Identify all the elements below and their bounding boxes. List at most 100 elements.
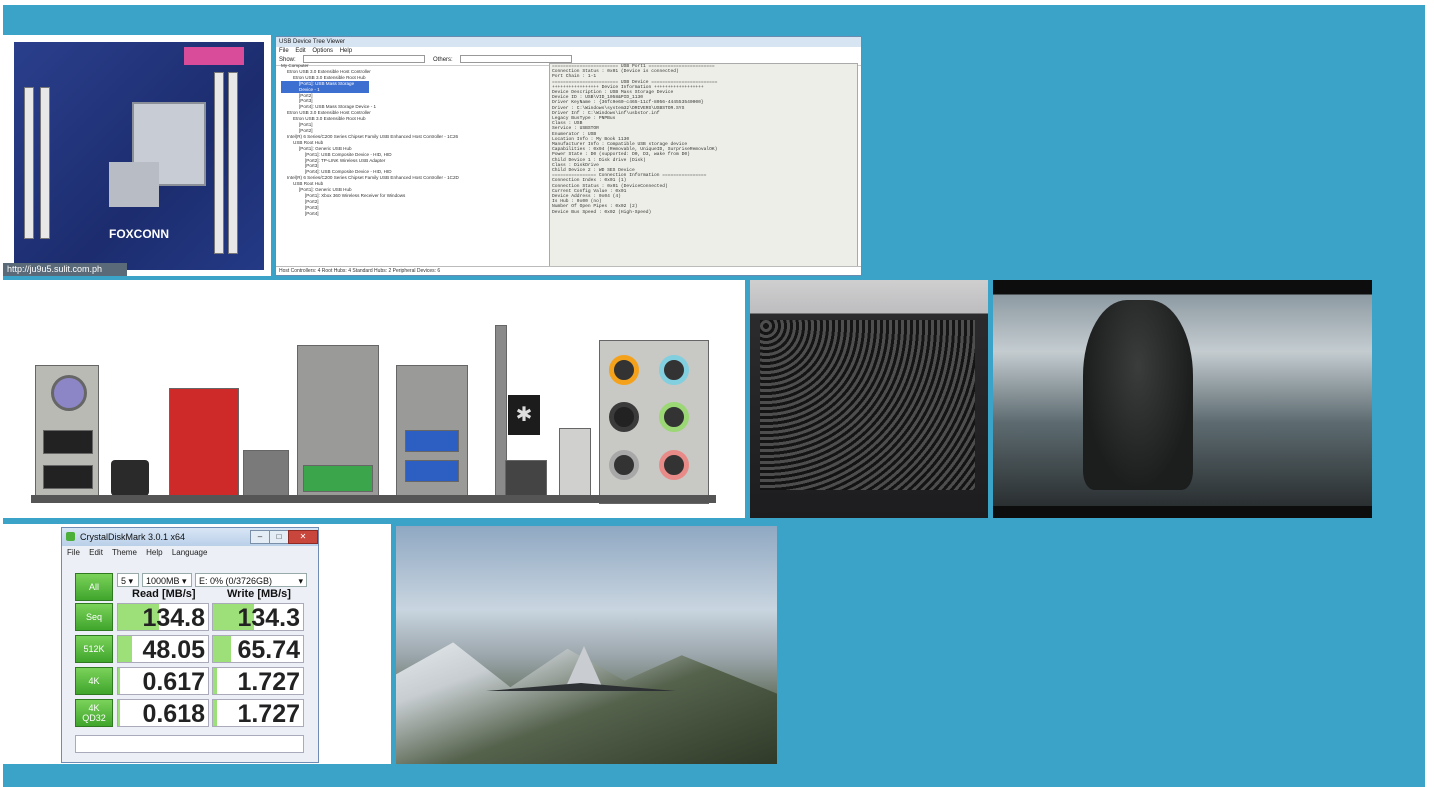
ram-slot — [228, 72, 238, 254]
usb-viewer-screenshot[interactable]: USB Device Tree Viewer File Edit Options… — [275, 36, 862, 276]
write-bar-fill — [213, 668, 217, 694]
menu-file[interactable]: File — [279, 48, 289, 54]
4k-qd32-write-value: 1.727 — [212, 699, 304, 727]
write-bar-fill — [213, 636, 231, 662]
esata-usb-stack — [169, 388, 239, 500]
io-shield-base — [31, 495, 716, 503]
usb-viewer-statusbar: Host Controllers: 4 Root Hubs: 4 Standar… — [276, 266, 861, 275]
usb-port — [43, 465, 93, 489]
value-text: 1.727 — [237, 700, 300, 727]
crystaldiskmark-screenshot[interactable]: CrystalDiskMark 3.0.1 x64 – □ ✕ File Edi… — [3, 524, 391, 764]
menu-edit[interactable]: Edit — [89, 548, 103, 557]
game-screenshot-jet[interactable] — [396, 526, 777, 764]
usb-viewer-titlebar: USB Device Tree Viewer — [276, 37, 861, 47]
board-brand: FOXCONN — [109, 227, 169, 241]
audio-jack-green — [659, 402, 689, 432]
value-text: 0.617 — [142, 668, 205, 695]
crystaldiskmark-window: CrystalDiskMark 3.0.1 x64 – □ ✕ File Edi… — [61, 527, 319, 763]
source-url: http://ju9u5.sulit.com.ph — [3, 263, 127, 276]
size-value: 1000MB — [146, 576, 180, 586]
usb-port — [43, 430, 93, 454]
read-bar-fill — [118, 700, 120, 726]
value-text: 48.05 — [142, 636, 205, 663]
512k-read-value: 48.05 — [117, 635, 209, 663]
pci-slot — [24, 87, 34, 239]
4k-button[interactable]: 4K — [75, 667, 113, 695]
value-text: 0.618 — [142, 700, 205, 727]
audio-jack-orange — [609, 355, 639, 385]
cdm-titlebar: CrystalDiskMark 3.0.1 x64 – □ ✕ — [62, 528, 318, 546]
cdm-title: CrystalDiskMark 3.0.1 x64 — [80, 532, 186, 542]
count-value: 5 — [121, 576, 127, 586]
drive-value: E: 0% (0/3726GB) — [199, 576, 273, 586]
audio-jack-pink — [659, 450, 689, 480]
write-header: Write [MB/s] — [227, 588, 291, 600]
menu-help[interactable]: Help — [146, 548, 162, 557]
size-select[interactable]: 1000MB ▾ — [142, 573, 192, 587]
4k-read-value: 0.617 — [117, 667, 209, 695]
4k-qd32-button[interactable]: 4K QD32 — [75, 699, 113, 727]
tree-node-selected[interactable]: [Port1]: USB Mass Storage Device - 1 — [281, 80, 369, 93]
audio-jack-black — [609, 402, 639, 432]
motherboard-photo[interactable]: FOXCONN http://ju9u5.sulit.com.ph — [3, 35, 271, 276]
value-text: 1.727 — [237, 668, 300, 695]
audio-jack-blue — [659, 355, 689, 385]
usb-viewer-menu: File Edit Options Help — [276, 47, 861, 55]
optical-spdif-port — [243, 450, 289, 500]
value-text: 134.8 — [142, 604, 205, 631]
menu-language[interactable]: Language — [172, 548, 208, 557]
ps2-port-icon — [51, 375, 87, 411]
menu-options[interactable]: Options — [312, 48, 333, 54]
menu-file[interactable]: File — [67, 548, 80, 557]
512k-button[interactable]: 512K — [75, 635, 113, 663]
motherboard-io-panel-photo[interactable]: ✱ — [3, 280, 745, 518]
write-bar-fill — [213, 700, 217, 726]
audio-jack-gray — [609, 450, 639, 480]
chipset-heatsink — [109, 162, 159, 207]
usb3-port — [405, 460, 459, 482]
usb-device-tree[interactable]: My Computer Etron USB 3.0 Extensible Hos… — [281, 63, 543, 265]
case-mesh-grille — [760, 320, 975, 490]
4k-write-value: 1.727 — [212, 667, 304, 695]
app-icon — [66, 532, 75, 541]
motherboard-board: FOXCONN — [14, 42, 264, 270]
read-bar-fill — [118, 668, 120, 694]
giant-knight-figure — [1083, 300, 1193, 490]
ram-slot — [214, 72, 224, 254]
usb-port-vertical — [559, 428, 591, 500]
tree-node[interactable]: Etron USB 3.0 Extensible Root Hub — [281, 75, 543, 81]
seq-write-value: 134.3 — [212, 603, 304, 631]
hdmi-port — [303, 465, 373, 492]
usb-device-info-panel: ======================== USB Port1 =====… — [549, 63, 858, 267]
bluetooth-icon: ✱ — [508, 395, 540, 435]
count-select[interactable]: 5 ▾ — [117, 573, 139, 587]
read-bar-fill — [118, 636, 132, 662]
chevron-down-icon: ▾ — [182, 576, 187, 586]
menu-help[interactable]: Help — [340, 48, 352, 54]
case-mesh-photo[interactable] — [750, 280, 988, 518]
comment-field[interactable] — [75, 735, 304, 753]
maximize-icon[interactable]: □ — [269, 530, 289, 544]
seq-button[interactable]: Seq — [75, 603, 113, 631]
value-text: 134.3 — [237, 604, 300, 631]
drive-select[interactable]: E: 0% (0/3726GB) ▾ — [195, 573, 307, 587]
close-icon[interactable]: ✕ — [288, 530, 318, 544]
game-screenshot-giant[interactable] — [993, 280, 1372, 518]
power-connector — [505, 460, 547, 500]
tree-node[interactable]: [Port4] — [281, 211, 543, 217]
4k-qd32-read-value: 0.618 — [117, 699, 209, 727]
chevron-down-icon: ▾ — [298, 576, 303, 586]
all-button[interactable]: All — [75, 573, 113, 601]
info-line: Device Bus Speed : 0x02 (High-Speed) — [552, 209, 652, 215]
read-header: Read [MB/s] — [132, 588, 196, 600]
cdm-menubar: File Edit Theme Help Language — [62, 546, 318, 560]
usb3-port — [405, 430, 459, 452]
minimize-icon[interactable]: – — [250, 530, 270, 544]
menu-theme[interactable]: Theme — [112, 548, 137, 557]
menu-edit[interactable]: Edit — [295, 48, 305, 54]
chevron-down-icon: ▾ — [128, 576, 134, 586]
pci-slot-pink — [184, 47, 244, 65]
clear-cmos-button — [111, 460, 149, 496]
seq-read-value: 134.8 — [117, 603, 209, 631]
value-text: 65.74 — [237, 636, 300, 663]
